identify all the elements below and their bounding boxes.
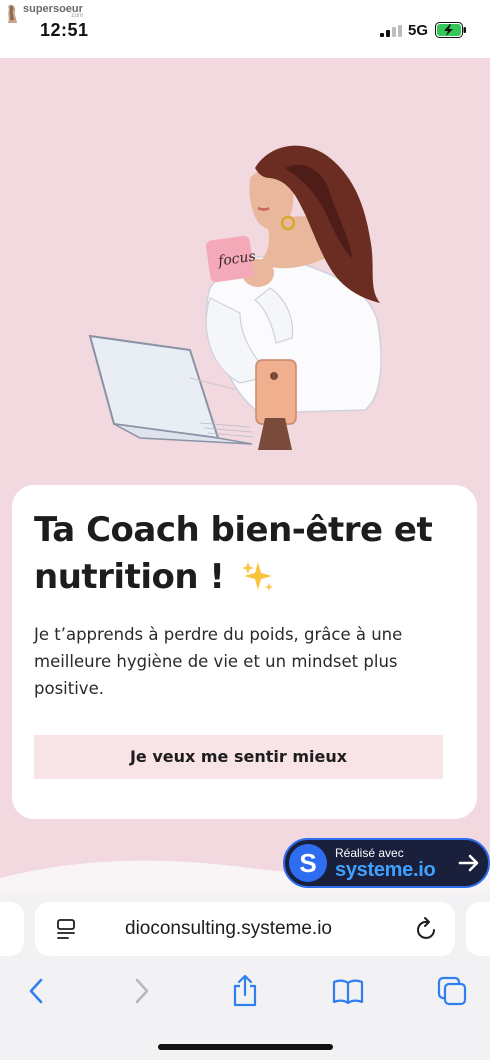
home-indicator[interactable] [158, 1044, 333, 1050]
address-bar-area: dioconsulting.systeme.io [0, 892, 490, 966]
web-page: focus Ta Coach bien-être et nutrition ! … [0, 58, 490, 892]
status-bar: supersoeur .com 12:51 5G [0, 0, 490, 58]
book-icon [332, 979, 364, 1005]
status-time: 12:51 [40, 20, 89, 40]
systeme-logo-icon: S [289, 844, 327, 882]
hero-card: Ta Coach bien-être et nutrition ! Je t’a… [12, 485, 477, 819]
arrow-right-icon [458, 854, 479, 872]
battery-charging-icon [435, 22, 466, 38]
previous-tab-peek[interactable] [0, 902, 24, 956]
chevron-left-icon [29, 978, 43, 1004]
badge-caption: Réalisé avec [335, 846, 404, 860]
systeme-io-badge[interactable]: S Réalisé avec systeme.io [283, 838, 490, 888]
browser-toolbar [0, 966, 490, 1060]
intro-paragraph: Je t’apprends à perdre du poids, grâce à… [34, 625, 403, 698]
share-button[interactable] [225, 974, 265, 1008]
share-icon [233, 974, 257, 1007]
badge-brand-name: systeme.io [335, 859, 436, 881]
url-text[interactable]: dioconsulting.systeme.io [125, 918, 332, 940]
chevron-right-icon [135, 978, 149, 1004]
reader-icon[interactable] [55, 917, 77, 941]
page-title: Ta Coach bien-être et nutrition ! [34, 507, 466, 601]
title-light-text: Ta Coach [34, 510, 211, 550]
cellular-signal-icon [380, 25, 402, 37]
title-end-text: ! [198, 557, 225, 597]
back-button[interactable] [16, 974, 56, 1008]
network-type: 5G [408, 22, 429, 39]
tabs-icon [437, 976, 467, 1006]
tabs-button[interactable] [432, 974, 472, 1008]
forward-button[interactable] [122, 974, 162, 1008]
app-logo-icon [8, 4, 17, 24]
coach-illustration: focus [88, 145, 382, 450]
bookmarks-button[interactable] [328, 974, 368, 1008]
cta-button[interactable]: Je veux me sentir mieux [34, 735, 443, 779]
source-app-domain: .com [70, 13, 84, 19]
sparkles-icon [241, 562, 273, 591]
address-bar[interactable]: dioconsulting.systeme.io [35, 902, 455, 956]
next-tab-peek[interactable] [466, 902, 490, 956]
reload-icon[interactable] [415, 916, 439, 942]
